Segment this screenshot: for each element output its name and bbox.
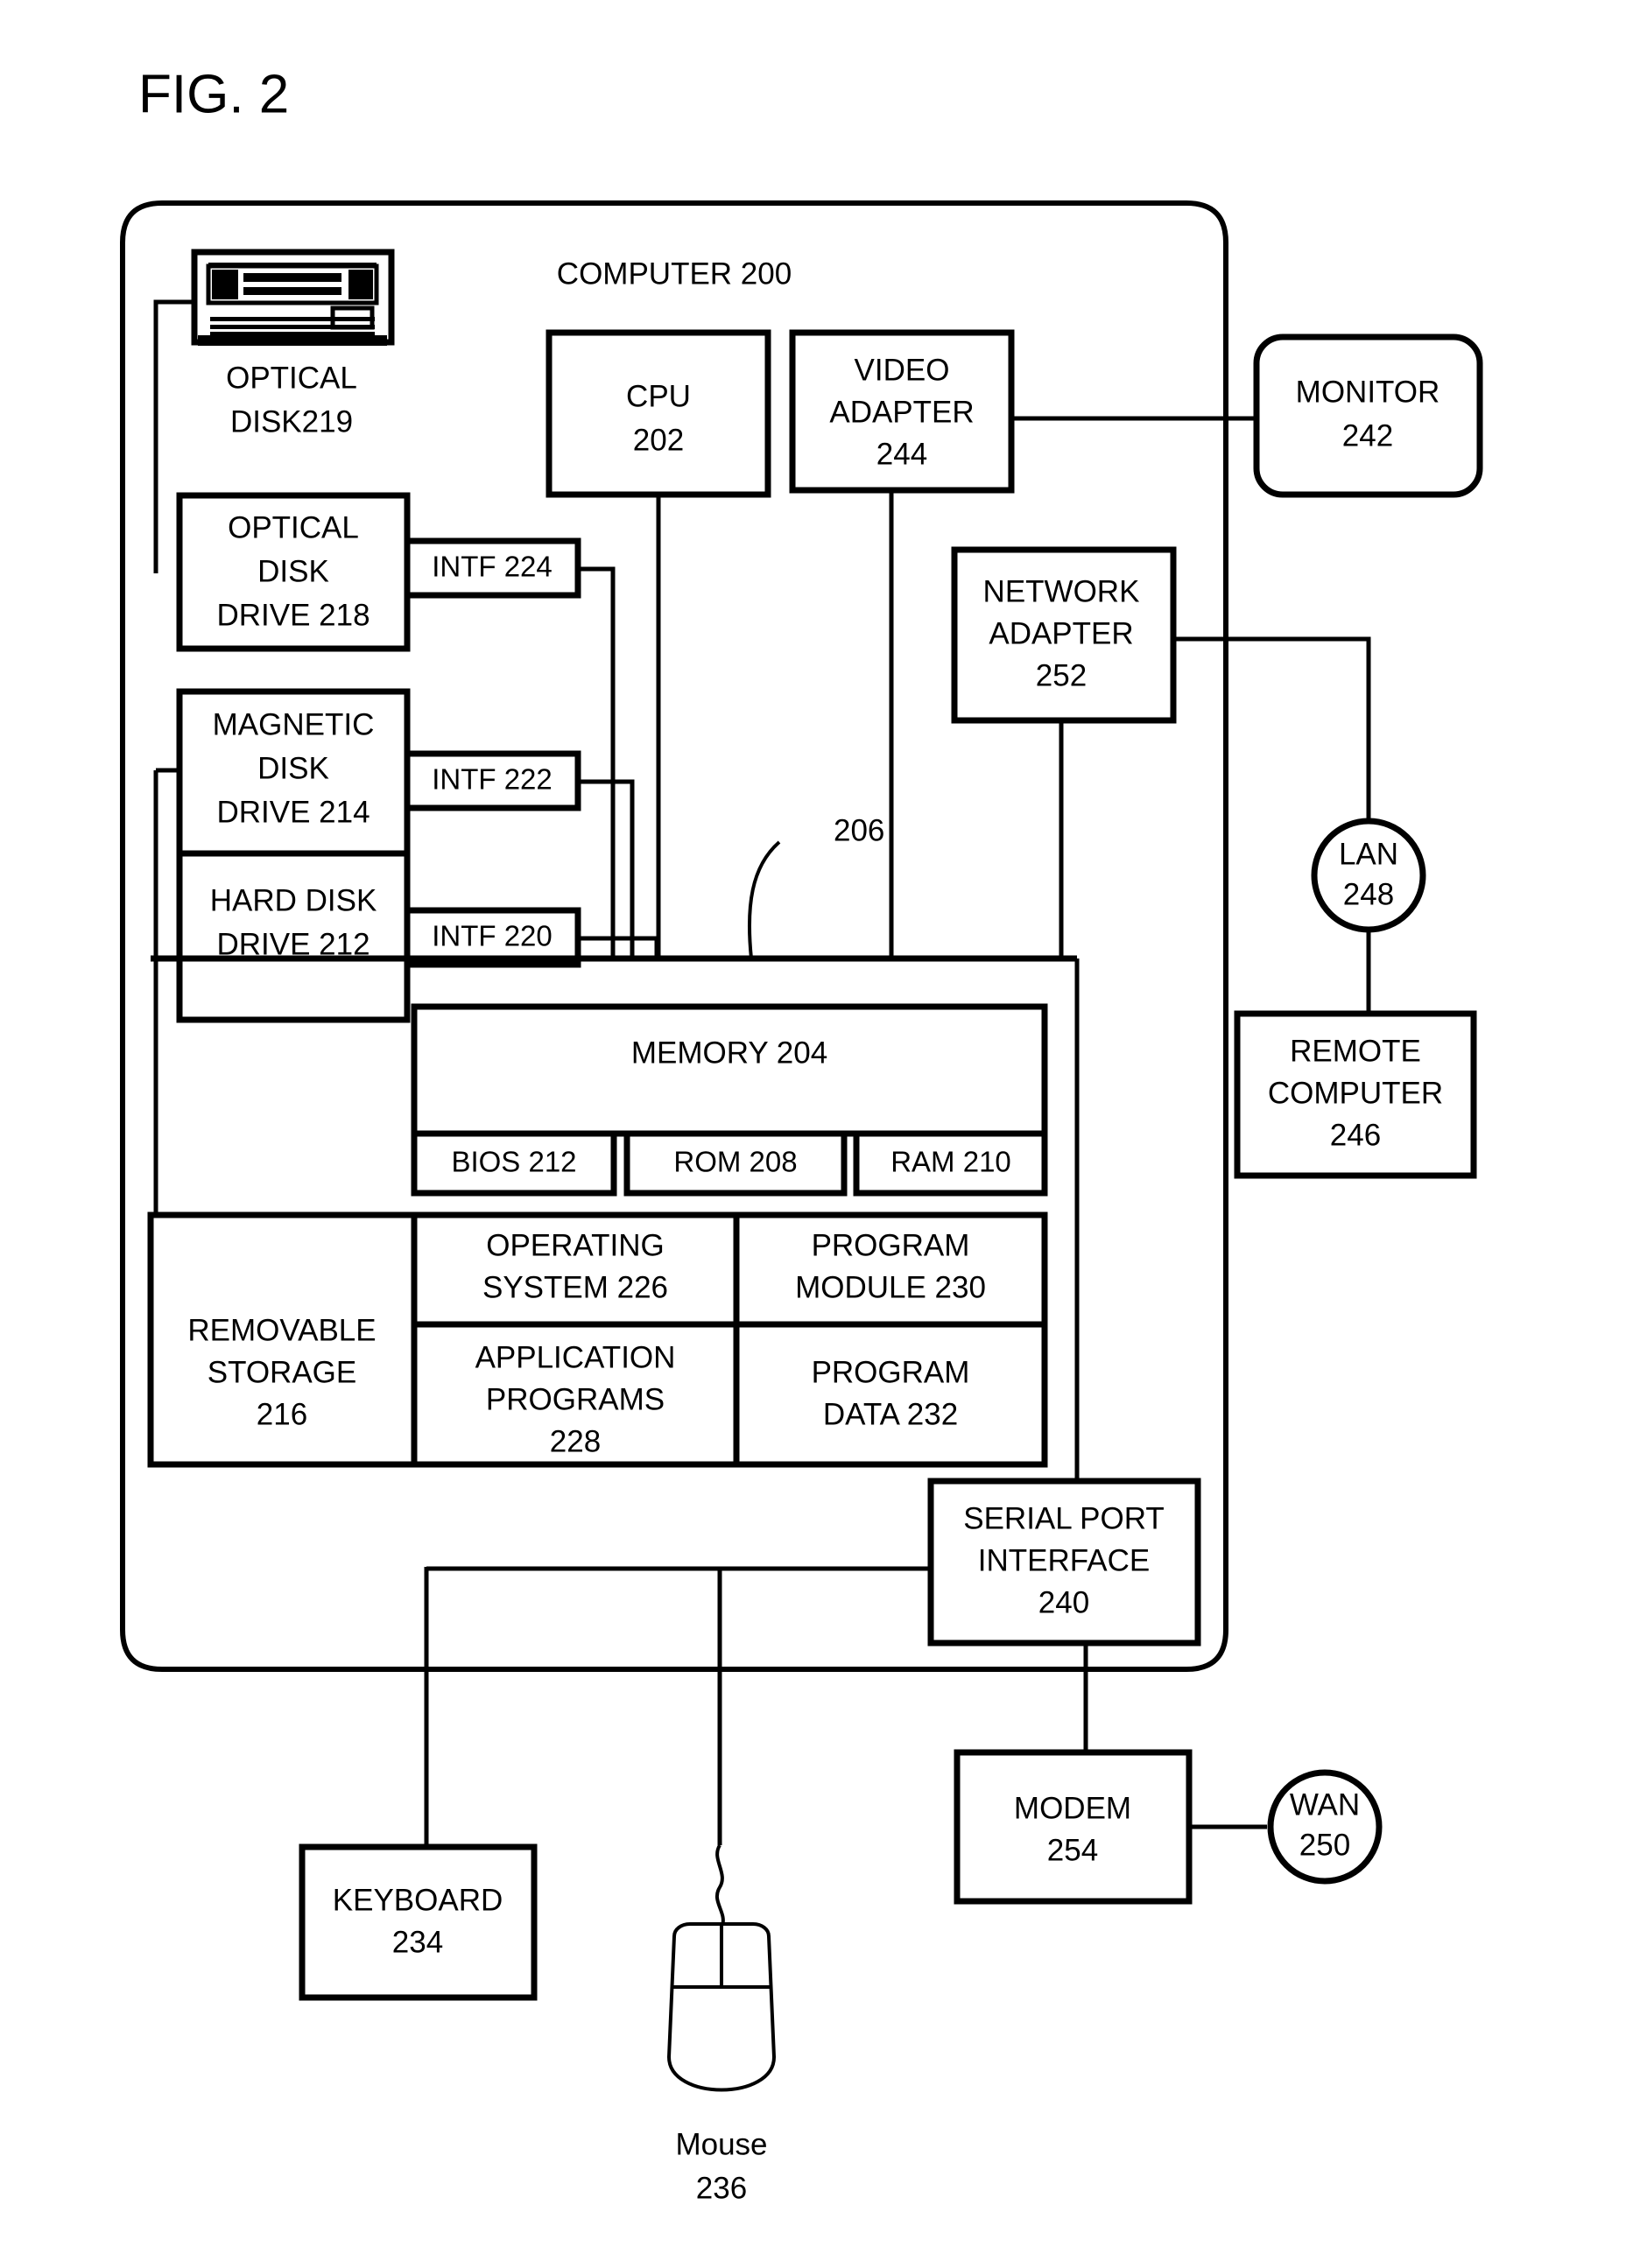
hard-disk-drive-line1: HARD DISK [210,883,377,917]
removable-storage-line2: STORAGE [208,1355,357,1389]
mouse-icon [666,1843,777,2092]
serial-port-interface-line2: INTERFACE [978,1543,1150,1577]
bus-label: 206 [834,813,884,847]
magnetic-disk-drive-line3: DRIVE 214 [216,795,370,829]
wire-network-adapter-to-lan [1173,636,1371,823]
serial-port-interface-line1: SERIAL PORT [963,1501,1165,1535]
intf-220-label: INTF 220 [432,920,553,952]
figure-root: FIG. 2 COMPUTER 200 OPTICAL DISK219 OPTI… [0,0,1626,2268]
monitor-line2: 242 [1342,418,1393,453]
application-programs-line3: 228 [550,1424,601,1458]
cpu-line2: 202 [633,423,684,457]
remote-computer-line2: COMPUTER [1268,1076,1443,1110]
optical-disk-drive-line3: DRIVE 218 [216,598,370,632]
optical-disk-caption-line2: DISK219 [230,404,353,439]
modem-box [954,1749,1193,1905]
operating-system-line1: OPERATING [486,1228,665,1262]
keyboard-box [299,1843,538,2001]
network-adapter-line3: 252 [1036,658,1087,692]
ram-label: RAM 210 [890,1146,1011,1178]
application-programs-line2: PROGRAMS [486,1382,665,1416]
program-data-line1: PROGRAM [812,1355,970,1389]
video-adapter-line1: VIDEO [855,353,950,387]
monitor-box [1253,334,1483,498]
lan-line2: 248 [1343,877,1394,911]
intf-222-label: INTF 222 [432,763,553,796]
magnetic-disk-drive-line2: DISK [257,751,329,785]
remote-computer-line3: 246 [1330,1118,1381,1152]
optical-disk-icon [191,249,395,346]
patent-figure-diagram: FIG. 2 COMPUTER 200 OPTICAL DISK219 OPTI… [120,64,1483,2205]
removable-storage-line3: 216 [257,1397,307,1431]
cpu-box [546,329,771,498]
network-adapter-line1: NETWORK [983,574,1140,608]
memory-box [411,1003,1048,1137]
optical-disk-caption-line1: OPTICAL [226,361,357,395]
memory-label: MEMORY 204 [631,1036,827,1070]
wire-left-rail-down [151,770,158,1228]
wan-line2: 250 [1299,1828,1350,1862]
figure-title: FIG. 2 [138,64,289,124]
mouse-line2: 236 [696,2171,747,2205]
rom-label: ROM 208 [673,1146,797,1178]
optical-disk-drive-line2: DISK [257,554,329,588]
operating-system-line2: SYSTEM 226 [482,1270,668,1304]
program-data-box [733,1321,1048,1468]
lan-line1: LAN [1339,837,1398,871]
wan-line1: WAN [1290,1787,1360,1822]
application-programs-line1: APPLICATION [475,1340,676,1374]
modem-line2: 254 [1047,1833,1098,1867]
serial-port-interface-line3: 240 [1038,1585,1089,1619]
bus-leader-line [747,840,781,959]
wire-intf224-to-bus [578,566,616,958]
keyboard-line2: 234 [392,1925,443,1959]
intf-224-label: INTF 224 [432,551,553,583]
program-data-line2: DATA 232 [823,1397,958,1431]
program-module-line2: MODULE 230 [795,1270,986,1304]
wire-intf222-to-bus [578,779,635,958]
wire-serial-to-devices-rail [424,1566,931,1571]
program-module-line1: PROGRAM [812,1228,970,1262]
mouse-line1: Mouse [675,2127,767,2161]
optical-disk-drive-line1: OPTICAL [228,510,359,544]
computer-label: COMPUTER 200 [557,256,792,291]
bios-label: BIOS 212 [451,1146,576,1178]
magnetic-disk-drive-line1: MAGNETIC [213,707,375,741]
video-adapter-line3: 244 [876,437,927,471]
monitor-line1: MONITOR [1296,375,1440,409]
modem-line1: MODEM [1014,1791,1131,1825]
video-adapter-line2: ADAPTER [829,395,974,429]
keyboard-line1: KEYBOARD [333,1883,503,1917]
removable-storage-line1: REMOVABLE [187,1313,376,1347]
network-adapter-line2: ADAPTER [989,616,1133,650]
remote-computer-line1: REMOTE [1290,1034,1421,1068]
cpu-line1: CPU [626,379,691,413]
